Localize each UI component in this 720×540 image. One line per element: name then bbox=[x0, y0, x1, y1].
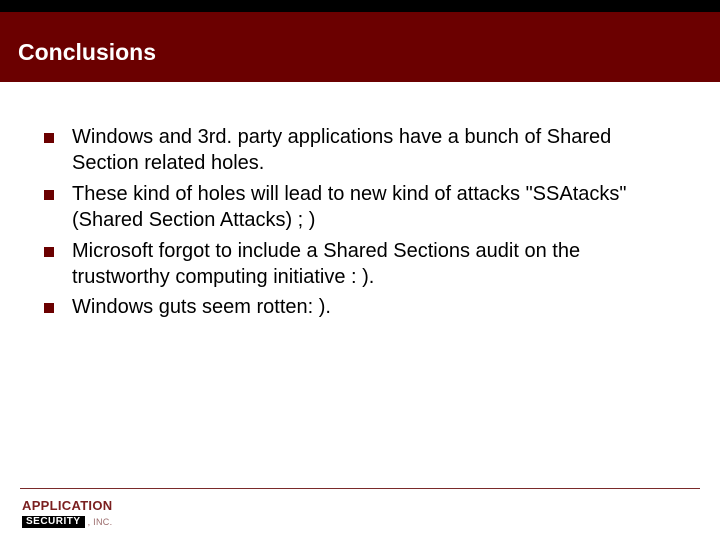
bullet-icon bbox=[44, 190, 54, 200]
bullet-icon bbox=[44, 303, 54, 313]
bullet-text: Windows guts seem rotten: ). bbox=[72, 294, 676, 320]
bullet-icon bbox=[44, 247, 54, 257]
slide-title: Conclusions bbox=[18, 39, 156, 66]
footer-divider bbox=[20, 488, 700, 489]
bullet-icon bbox=[44, 133, 54, 143]
logo-security-text: SECURITY bbox=[22, 516, 85, 528]
bullet-text: These kind of holes will lead to new kin… bbox=[72, 181, 676, 234]
bullet-list: Windows and 3rd. party applications have… bbox=[44, 124, 676, 321]
slide-header: Conclusions bbox=[0, 12, 720, 82]
list-item: Windows and 3rd. party applications have… bbox=[44, 124, 676, 177]
slide-content: Windows and 3rd. party applications have… bbox=[0, 82, 720, 321]
logo-line-1: APPLICATION bbox=[22, 499, 112, 512]
company-logo: APPLICATION SECURITY , INC. bbox=[22, 499, 112, 528]
logo-line-2: SECURITY , INC. bbox=[22, 516, 112, 528]
list-item: These kind of holes will lead to new kin… bbox=[44, 181, 676, 234]
slide-footer: APPLICATION SECURITY , INC. bbox=[0, 488, 720, 540]
list-item: Microsoft forgot to include a Shared Sec… bbox=[44, 238, 676, 291]
list-item: Windows guts seem rotten: ). bbox=[44, 294, 676, 320]
logo-inc-text: , INC. bbox=[88, 518, 113, 527]
bullet-text: Microsoft forgot to include a Shared Sec… bbox=[72, 238, 676, 291]
top-strip bbox=[0, 0, 720, 12]
bullet-text: Windows and 3rd. party applications have… bbox=[72, 124, 676, 177]
